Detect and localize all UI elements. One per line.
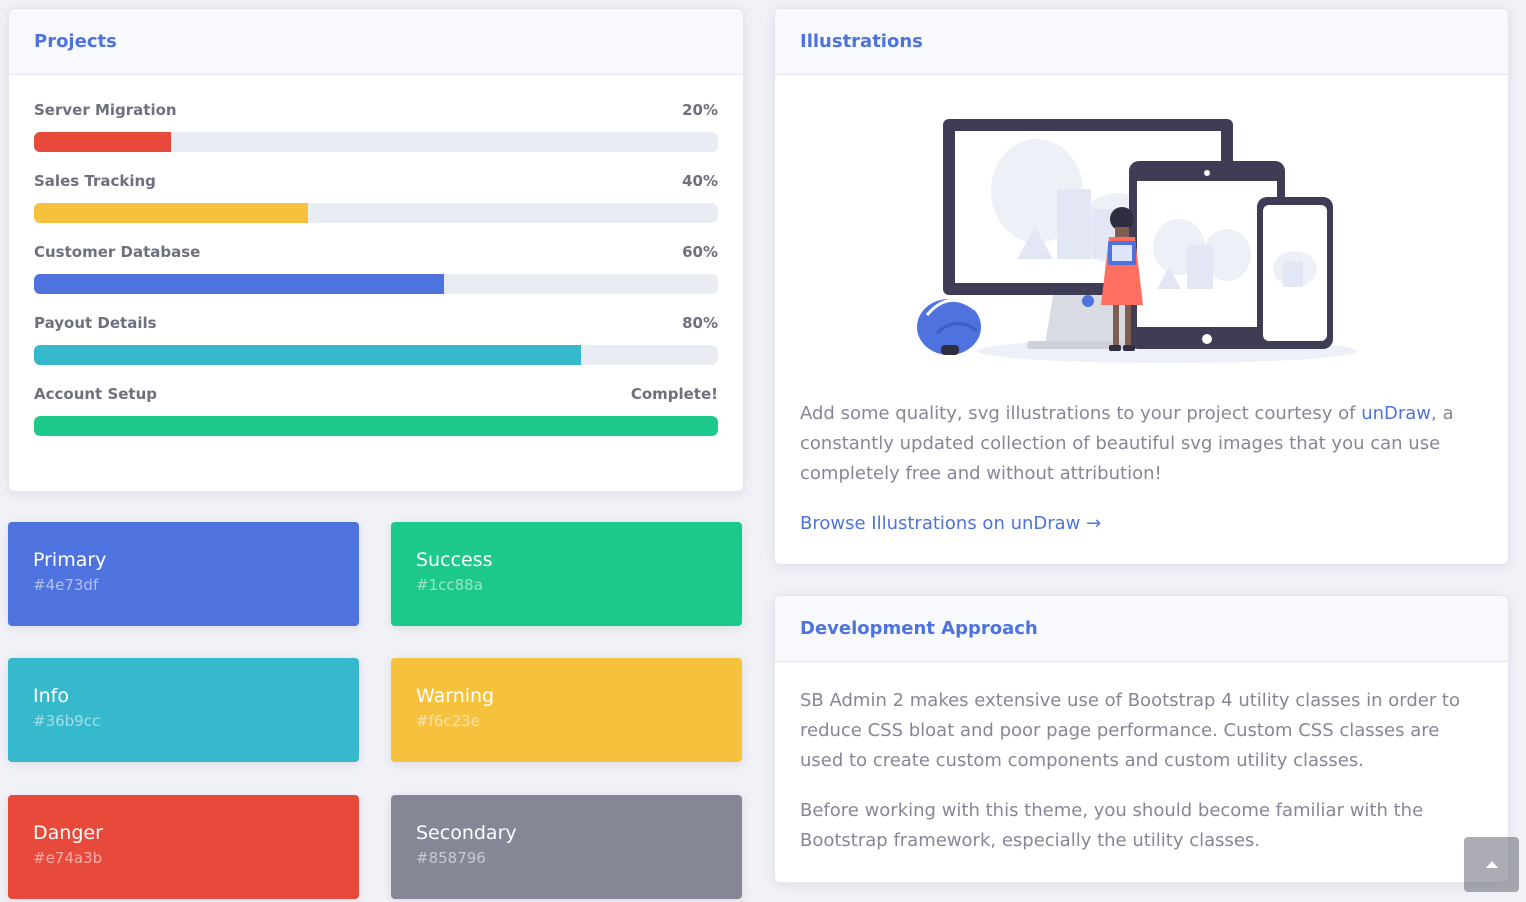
undraw-illustration bbox=[800, 75, 1483, 391]
project-row-header: Customer Database 60% bbox=[34, 243, 718, 261]
project-row: Sales Tracking 40% bbox=[34, 172, 718, 223]
illustrations-card-title: Illustrations bbox=[775, 9, 1508, 75]
project-row: Customer Database 60% bbox=[34, 243, 718, 294]
progress-bar-fill bbox=[34, 203, 308, 223]
illustrations-card: Illustrations Add some quality, svg illu… bbox=[774, 8, 1509, 565]
color-hex: #4e73df bbox=[33, 576, 99, 594]
color-name: Warning bbox=[416, 685, 495, 707]
color-name: Info bbox=[33, 685, 69, 707]
projects-card-title: Projects bbox=[9, 9, 743, 75]
projects-card: Projects Server Migration 20% Sales Tracki… bbox=[8, 8, 744, 492]
color-hex: #36b9cc bbox=[33, 712, 101, 730]
project-row-header: Server Migration 20% bbox=[34, 101, 718, 119]
project-name: Payout Details bbox=[34, 314, 157, 332]
color-card-warning: Warning #f6c23e bbox=[391, 658, 742, 762]
color-name: Primary bbox=[33, 549, 107, 571]
progress-bar-fill bbox=[34, 416, 718, 436]
color-card-success: Success #1cc88a bbox=[391, 522, 742, 626]
color-hex: #f6c23e bbox=[416, 712, 480, 730]
project-name: Server Migration bbox=[34, 101, 177, 119]
progress-bar-fill bbox=[34, 274, 445, 294]
progress-bar-fill bbox=[34, 132, 171, 152]
project-row: Server Migration 20% bbox=[34, 101, 718, 152]
project-name: Sales Tracking bbox=[34, 172, 156, 190]
color-name: Secondary bbox=[416, 822, 517, 844]
development-approach-card: Development Approach SB Admin 2 makes ex… bbox=[774, 595, 1509, 883]
project-row-header: Sales Tracking 40% bbox=[34, 172, 718, 190]
project-name: Customer Database bbox=[34, 243, 201, 261]
project-status: 60% bbox=[682, 243, 718, 261]
color-hex: #e74a3b bbox=[33, 849, 103, 867]
color-card-info: Info #36b9cc bbox=[8, 658, 359, 762]
development-paragraph-1: SB Admin 2 makes extensive use of Bootst… bbox=[800, 690, 1461, 771]
development-paragraph-2: Before working with this theme, you shou… bbox=[800, 800, 1424, 851]
progress-bar bbox=[34, 132, 718, 152]
project-row-header: Account Setup Complete! bbox=[34, 385, 718, 403]
color-name: Success bbox=[416, 549, 493, 571]
color-card-primary: Primary #4e73df bbox=[8, 522, 359, 626]
undraw-link[interactable]: unDraw bbox=[1361, 403, 1431, 424]
project-status: 40% bbox=[682, 172, 718, 190]
progress-bar bbox=[34, 345, 718, 365]
progress-bar bbox=[34, 203, 718, 223]
progress-bar bbox=[34, 416, 718, 436]
scroll-to-top-button[interactable] bbox=[1464, 837, 1519, 892]
development-approach-title: Development Approach bbox=[775, 596, 1508, 662]
project-row-header: Payout Details 80% bbox=[34, 314, 718, 332]
color-name: Danger bbox=[33, 822, 103, 844]
project-row: Account Setup Complete! bbox=[34, 385, 718, 436]
project-status: Complete! bbox=[630, 385, 718, 403]
project-name: Account Setup bbox=[34, 385, 158, 403]
project-row: Payout Details 80% bbox=[34, 314, 718, 365]
chevron-up-icon bbox=[1485, 860, 1498, 868]
color-hex: #858796 bbox=[416, 849, 486, 867]
illustrations-text-before: Add some quality, svg illustrations to y… bbox=[800, 403, 1362, 424]
progress-bar bbox=[34, 274, 718, 294]
browse-illustrations-link[interactable]: Browse Illustrations on unDraw → bbox=[800, 509, 1101, 539]
color-hex: #1cc88a bbox=[416, 576, 483, 594]
project-status: 20% bbox=[682, 101, 718, 119]
illustrations-description: Add some quality, svg illustrations to y… bbox=[800, 399, 1483, 489]
progress-bar-fill bbox=[34, 345, 582, 365]
project-status: 80% bbox=[682, 314, 718, 332]
projects-list: Server Migration 20% Sales Tracking 40% Cust… bbox=[9, 75, 743, 461]
color-card-danger: Danger #e74a3b bbox=[8, 795, 359, 899]
color-card-secondary: Secondary #858796 bbox=[391, 795, 742, 899]
